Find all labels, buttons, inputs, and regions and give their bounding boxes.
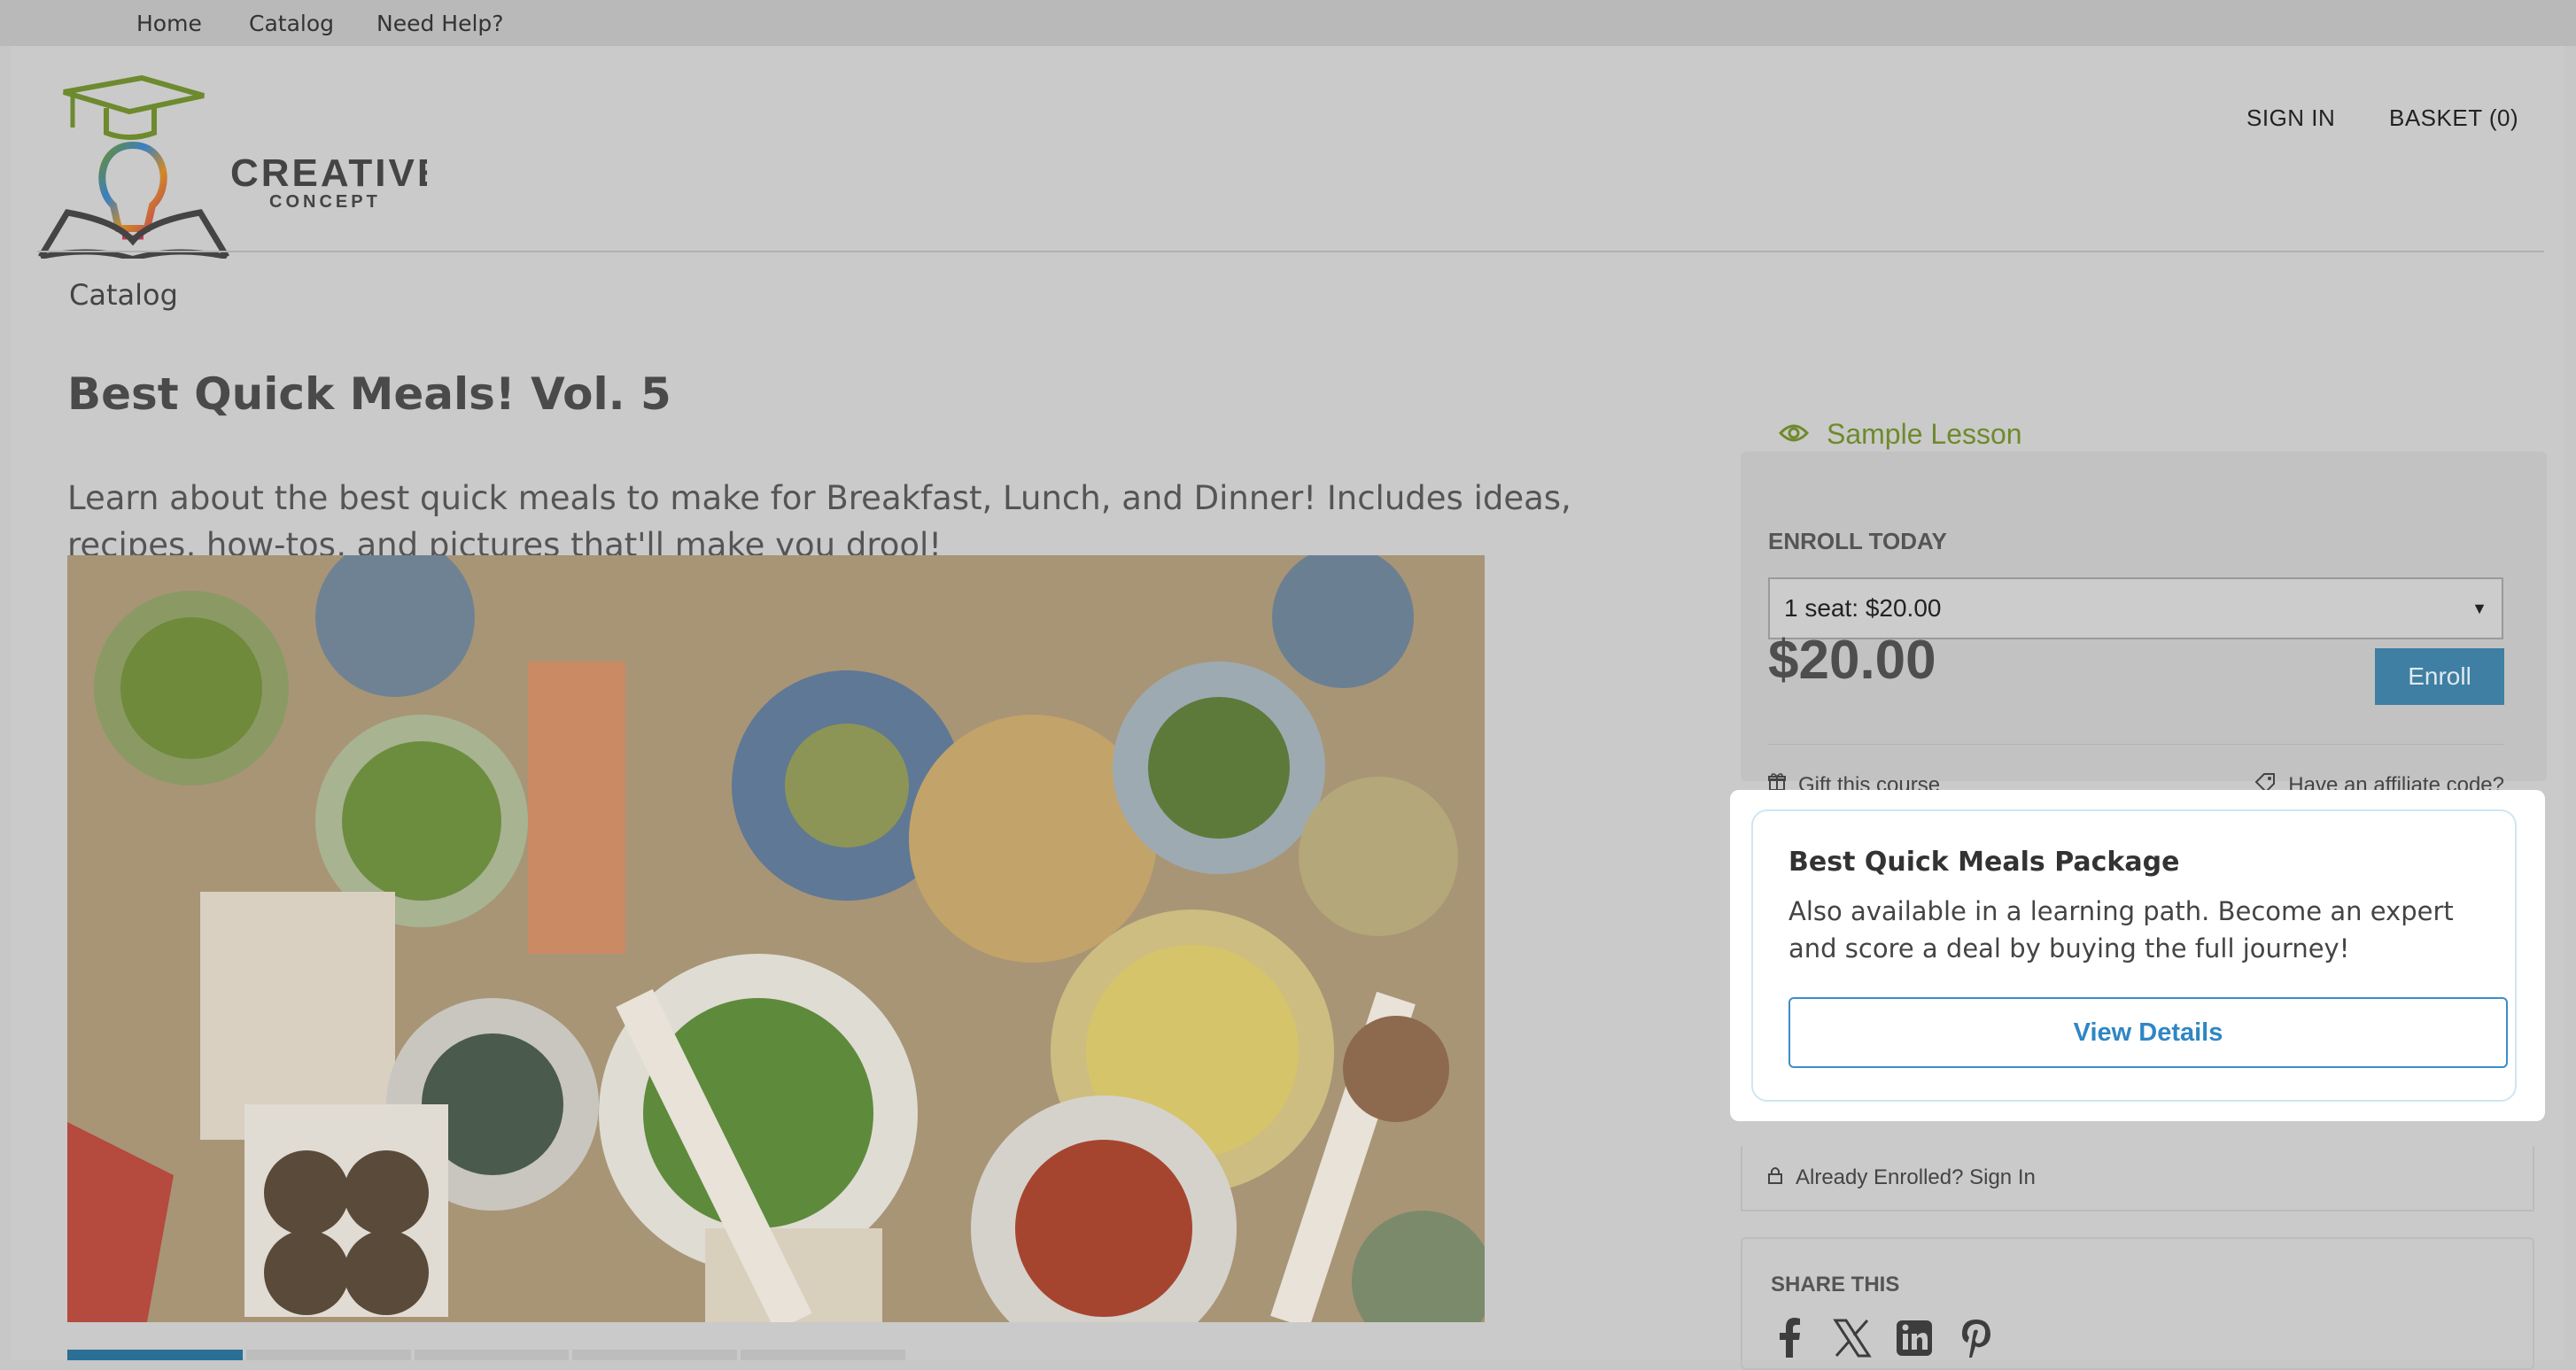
package-description: Also available in a learning path. Becom…: [1788, 896, 2454, 964]
share-icons: [1771, 1317, 1996, 1359]
seat-select-value: 1 seat: $20.00: [1784, 594, 1942, 622]
basket-link[interactable]: BASKET (0): [2389, 104, 2518, 132]
enroll-divider: [1768, 744, 2503, 745]
top-nav-help[interactable]: Need Help?: [376, 11, 504, 36]
course-price: $20.00: [1768, 630, 1936, 691]
media-tab-active[interactable]: [67, 1350, 243, 1360]
media-tab[interactable]: [741, 1350, 905, 1360]
enroll-button[interactable]: Enroll: [2375, 648, 2504, 705]
share-panel: SHARE THIS: [1741, 1237, 2534, 1370]
share-heading: SHARE THIS: [1771, 1273, 1900, 1296]
top-nav: Home Catalog Need Help?: [0, 0, 2576, 46]
linkedin-icon[interactable]: [1895, 1317, 1934, 1359]
top-nav-home[interactable]: Home: [136, 11, 202, 36]
media-tab[interactable]: [572, 1350, 737, 1360]
sample-lesson-link[interactable]: Sample Lesson: [1778, 418, 2022, 451]
header-divider: [37, 251, 2544, 252]
facebook-icon[interactable]: [1771, 1317, 1810, 1359]
lock-icon: [1767, 1165, 1783, 1191]
chevron-down-icon: ▼: [2471, 600, 2487, 617]
sign-in-link[interactable]: SIGN IN: [2246, 104, 2335, 132]
already-enrolled-link[interactable]: Already Enrolled? Sign In: [1741, 1146, 2534, 1211]
view-details-button[interactable]: View Details: [1788, 997, 2508, 1068]
package-spotlight: Best Quick Meals Package Also available …: [1730, 790, 2545, 1121]
already-enrolled-label: Already Enrolled? Sign In: [1796, 1165, 2036, 1189]
sample-lesson-label: Sample Lesson: [1827, 418, 2022, 450]
page: CREATIVE CONCEPT SIGN IN BASKET (0) Cata…: [11, 46, 2564, 1370]
logo-icon: CREATIVE CONCEPT: [37, 74, 443, 262]
site-logo[interactable]: CREATIVE CONCEPT: [37, 73, 443, 262]
enroll-heading: ENROLL TODAY: [1768, 528, 1947, 554]
package-card: Best Quick Meals Package Also available …: [1751, 809, 2517, 1102]
pinterest-icon[interactable]: [1957, 1317, 1996, 1359]
media-tab[interactable]: [246, 1350, 411, 1360]
brand-subname: CONCEPT: [269, 192, 381, 212]
eye-icon: [1778, 418, 1810, 451]
course-title: Best Quick Meals! Vol. 5: [67, 368, 671, 420]
course-image: [67, 555, 1485, 1322]
top-nav-catalog[interactable]: Catalog: [249, 11, 334, 36]
media-tab[interactable]: [415, 1350, 569, 1360]
brand-name: CREATIVE: [230, 151, 427, 195]
enroll-panel: ENROLL TODAY 1 seat: $20.00 ▼ $20.00 Enr…: [1741, 452, 2547, 797]
x-icon[interactable]: [1833, 1317, 1872, 1359]
package-title: Best Quick Meals Package: [1788, 847, 2180, 878]
breadcrumb[interactable]: Catalog: [69, 278, 178, 312]
